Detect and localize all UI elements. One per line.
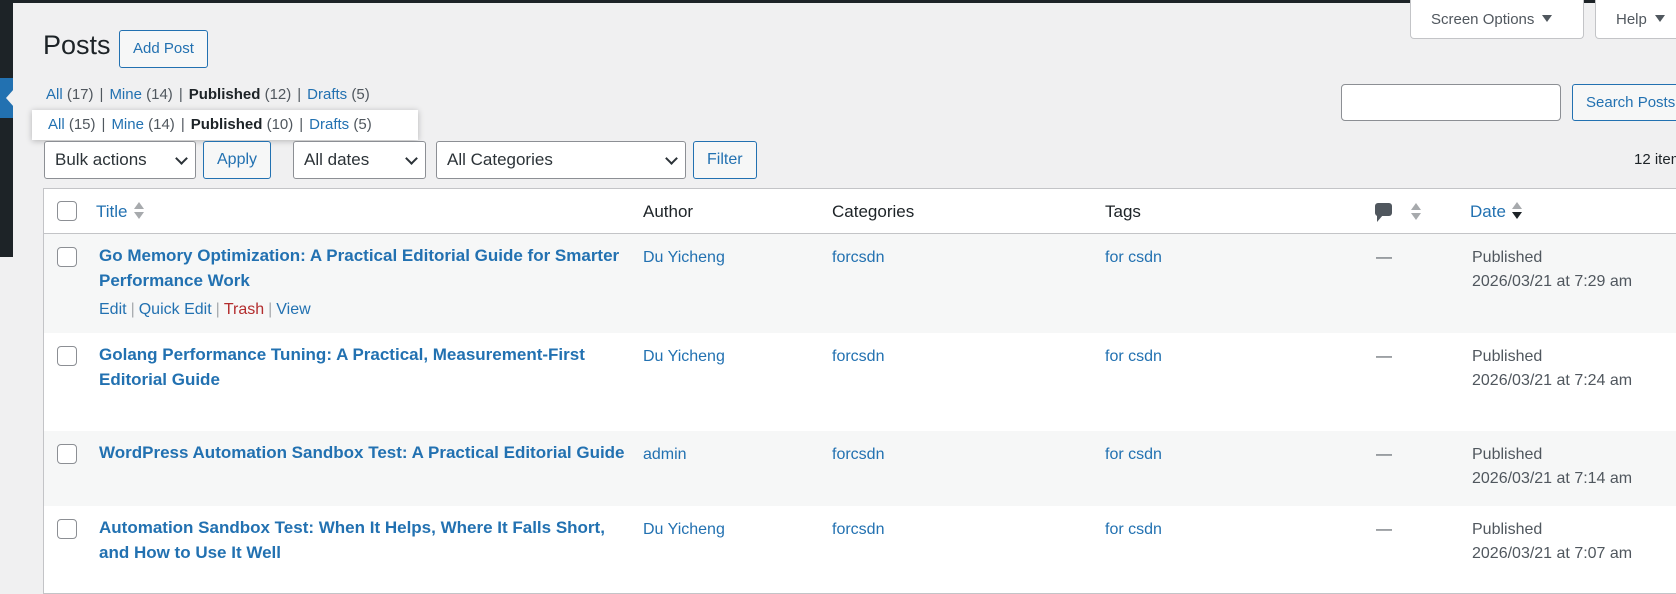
caret-down-icon	[1542, 15, 1553, 22]
trash-link[interactable]: Trash	[224, 301, 264, 318]
category-link[interactable]: forcsdn	[832, 249, 884, 266]
tag-link[interactable]: for csdn	[1105, 348, 1162, 365]
table-header: Title Author Categories Tags Date	[44, 189, 1676, 234]
help-label: Help	[1616, 11, 1647, 28]
row-checkbox[interactable]	[57, 346, 77, 366]
tag-link[interactable]: for csdn	[1105, 249, 1162, 266]
comments-count: —	[1376, 521, 1392, 538]
chevron-down-icon	[405, 152, 418, 165]
view-link[interactable]: View	[276, 301, 310, 318]
table-row: Automation Sandbox Test: When It Helps, …	[44, 506, 1676, 593]
screen-options-tab[interactable]: Screen Options	[1410, 0, 1584, 39]
row-actions: Edit | Quick Edit | Trash | View	[99, 301, 311, 318]
row-checkbox[interactable]	[57, 247, 77, 267]
post-date: 2026/03/21 at 7:14 am	[1472, 470, 1633, 487]
caret-down-icon	[1654, 15, 1665, 22]
popup-view-mine[interactable]: Mine (14)	[111, 116, 174, 133]
category-link[interactable]: forcsdn	[832, 521, 884, 538]
row-checkbox[interactable]	[57, 444, 77, 464]
column-categories-header: Categories	[832, 202, 915, 221]
popup-view-drafts[interactable]: Drafts (5)	[309, 116, 372, 133]
select-all-checkbox[interactable]	[57, 201, 77, 221]
status-views-popup: All (15) | Mine (14) | Published (10) | Drafts…	[32, 110, 418, 140]
table-row: WordPress Automation Sandbox Test: A Pra…	[44, 431, 1676, 506]
items-count: 12 items	[1634, 151, 1676, 168]
column-author-header: Author	[643, 202, 694, 221]
author-link[interactable]: Du Yicheng	[643, 521, 725, 538]
sort-desc-icon	[1511, 202, 1522, 220]
post-title-link[interactable]: Go Memory Optimization: A Practical Edit…	[99, 246, 619, 290]
comments-count: —	[1376, 446, 1392, 463]
tag-link[interactable]: for csdn	[1105, 446, 1162, 463]
screen-options-label: Screen Options	[1431, 11, 1535, 28]
admin-sidebar	[0, 3, 14, 257]
table-row: Golang Performance Tuning: A Practical, …	[44, 333, 1676, 431]
posts-table: Title Author Categories Tags Date Go Mem…	[43, 188, 1676, 594]
search-input[interactable]	[1341, 84, 1561, 121]
column-title-header[interactable]: Title	[96, 202, 144, 222]
row-checkbox[interactable]	[57, 519, 77, 539]
view-published[interactable]: Published	[189, 86, 261, 103]
view-all[interactable]: All (17)	[46, 86, 94, 103]
post-title-link[interactable]: Automation Sandbox Test: When It Helps, …	[99, 518, 605, 562]
column-date-header[interactable]: Date	[1470, 202, 1522, 222]
view-mine[interactable]: Mine (14)	[109, 86, 172, 103]
chevron-down-icon	[665, 152, 678, 165]
post-status: Published	[1472, 521, 1543, 538]
table-row: Go Memory Optimization: A Practical Edit…	[44, 234, 1676, 333]
post-title-link[interactable]: WordPress Automation Sandbox Test: A Pra…	[99, 443, 625, 462]
post-title-link[interactable]: Golang Performance Tuning: A Practical, …	[99, 345, 585, 389]
post-date: 2026/03/21 at 7:24 am	[1472, 372, 1633, 389]
author-link[interactable]: admin	[643, 446, 687, 463]
edit-link[interactable]: Edit	[99, 301, 127, 318]
popup-view-published[interactable]: Published	[191, 116, 263, 133]
date-filter-select[interactable]: All dates	[293, 141, 426, 179]
filter-button[interactable]: Filter	[693, 141, 757, 179]
author-link[interactable]: Du Yicheng	[643, 348, 725, 365]
category-link[interactable]: forcsdn	[832, 446, 884, 463]
post-status: Published	[1472, 249, 1543, 266]
column-tags-header: Tags	[1105, 202, 1141, 221]
quick-edit-link[interactable]: Quick Edit	[139, 301, 212, 318]
post-status: Published	[1472, 348, 1543, 365]
post-status-views: All (17) | Mine (14) | Published (12) | Drafts…	[46, 86, 370, 103]
page-title: Posts	[43, 30, 111, 60]
comments-count: —	[1376, 348, 1392, 365]
bulk-actions-select[interactable]: Bulk actions	[44, 141, 196, 179]
sidebar-current-arrow-icon	[6, 89, 14, 107]
post-date: 2026/03/21 at 7:29 am	[1472, 273, 1633, 290]
post-date: 2026/03/21 at 7:07 am	[1472, 545, 1633, 562]
popup-view-all[interactable]: All (15)	[48, 116, 96, 133]
view-drafts[interactable]: Drafts (5)	[307, 86, 370, 103]
comments-icon[interactable]	[1375, 203, 1392, 222]
apply-button[interactable]: Apply	[203, 141, 272, 179]
tag-link[interactable]: for csdn	[1105, 521, 1162, 538]
post-status: Published	[1472, 446, 1543, 463]
search-posts-button[interactable]: Search Posts	[1572, 84, 1676, 121]
help-tab[interactable]: Help	[1595, 0, 1676, 39]
comments-count: —	[1376, 249, 1392, 266]
category-filter-select[interactable]: All Categories	[436, 141, 686, 179]
chevron-down-icon	[175, 152, 188, 165]
add-post-button[interactable]: Add Post	[119, 30, 208, 68]
category-link[interactable]: forcsdn	[832, 348, 884, 365]
sort-icon	[133, 202, 144, 220]
author-link[interactable]: Du Yicheng	[643, 249, 725, 266]
sort-icon[interactable]	[1411, 203, 1421, 221]
